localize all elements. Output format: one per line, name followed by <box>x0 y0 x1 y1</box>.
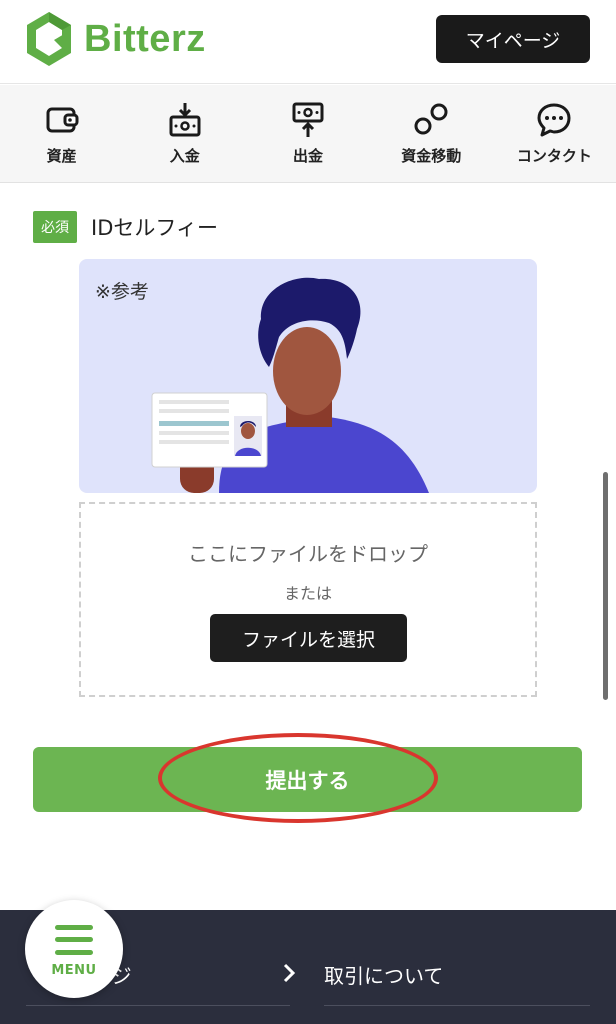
or-text: または <box>283 584 332 603</box>
brand-name: Bitterz <box>84 17 206 60</box>
person-holding-id-illustration <box>151 277 429 493</box>
chevron-right-icon <box>283 963 296 983</box>
transfer-icon <box>414 103 448 135</box>
nav-item-deposit[interactable]: 入金 <box>123 85 246 182</box>
hamburger-icon <box>55 924 93 955</box>
nav-label: 出金 <box>293 147 324 165</box>
nav-label: 資金移動 <box>401 147 462 165</box>
mypage-button[interactable]: マイページ <box>436 15 590 63</box>
section-header: 必須 IDセルフィー <box>33 211 218 243</box>
submit-button[interactable]: 提出する <box>33 747 582 812</box>
footer-link-trading[interactable]: 取引について <box>324 960 443 989</box>
wallet-icon <box>46 107 79 133</box>
nav-label: コンタクト <box>516 147 592 165</box>
nav-label: 入金 <box>169 147 200 165</box>
menu-label: MENU <box>51 962 97 978</box>
choose-file-button[interactable]: ファイルを選択 <box>210 614 407 662</box>
file-dropzone[interactable]: ここにファイルをドロップ または ファイルを選択 <box>79 502 537 697</box>
nav-item-contact[interactable]: コンタクト <box>493 85 616 182</box>
nav-item-transfer[interactable]: 資金移動 <box>370 85 493 182</box>
hexagon-logo-icon <box>27 12 71 66</box>
deposit-icon <box>169 103 201 137</box>
nav-label: 資産 <box>46 147 77 165</box>
required-badge: 必須 <box>33 211 77 243</box>
withdraw-icon <box>292 102 324 137</box>
brand-logo[interactable]: Bitterz <box>24 10 206 68</box>
header: Bitterz マイページ <box>0 0 616 84</box>
footer-divider <box>324 1005 590 1006</box>
nav-item-assets[interactable]: 資産 <box>0 85 123 182</box>
selfie-example-illustration: ※参考 <box>79 259 537 493</box>
footer-divider <box>26 1005 290 1006</box>
chat-icon <box>537 103 571 137</box>
nav-item-withdraw[interactable]: 出金 <box>246 85 369 182</box>
main-nav: 資産 入金 出金 資金移動 コンタクト <box>0 85 616 183</box>
drop-instruction: ここにファイルをドロップ <box>188 542 428 566</box>
section-title: IDセルフィー <box>91 216 218 240</box>
menu-button[interactable]: MENU <box>25 900 123 998</box>
scrollbar-thumb[interactable] <box>603 472 608 700</box>
